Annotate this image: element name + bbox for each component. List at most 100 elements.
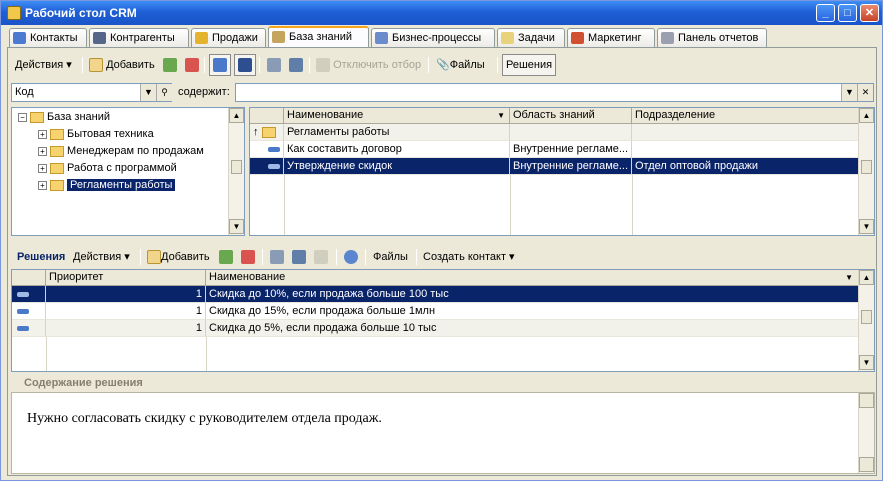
clear-icon[interactable]: ✕ xyxy=(857,84,873,101)
scroll-thumb[interactable] xyxy=(231,160,242,174)
delete-icon xyxy=(241,250,255,265)
expand-icon[interactable]: + xyxy=(38,146,47,156)
scroll-thumb[interactable] xyxy=(861,160,872,174)
files-button[interactable]: 📎Файлы xyxy=(433,54,488,76)
solutions-actions-menu[interactable]: Действия ▾ xyxy=(70,246,133,268)
solutions-table[interactable]: Приоритет Наименование ▼ 1 Скидка до 10%,… xyxy=(11,269,875,372)
solutions-filter-value-button[interactable] xyxy=(289,246,309,268)
cell-name: Скидка до 15%, если продажа больше 1млн xyxy=(206,303,860,320)
solution-content-textarea[interactable]: Нужно согласовать скидку с руководителем… xyxy=(11,392,875,474)
solutions-files-button[interactable]: Файлы xyxy=(370,246,411,268)
separator xyxy=(259,57,260,73)
filter-button[interactable] xyxy=(264,54,284,76)
solutions-disable-filter-button[interactable] xyxy=(311,246,331,268)
tab-marketing[interactable]: Маркетинг xyxy=(567,28,655,47)
filter-value-input[interactable]: ▼ ✕ xyxy=(235,83,874,102)
scroll-down-icon[interactable]: ▼ xyxy=(229,219,244,234)
add-button[interactable]: Добавить xyxy=(86,54,158,76)
close-button[interactable]: ✕ xyxy=(860,4,879,22)
cell-department: Отдел оптовой продажи xyxy=(632,158,859,175)
tab-contacts[interactable]: Контакты xyxy=(9,28,87,47)
cell-name: Скидка до 5%, если продажа больше 10 тыс xyxy=(206,320,860,337)
knowledge-base-panel: Действия ▾ Добавить Отключить отбор 📎Фай… xyxy=(7,47,877,476)
solutions-delete-button[interactable] xyxy=(238,246,258,268)
scroll-up-icon[interactable]: ▲ xyxy=(859,270,874,285)
solutions-add-button[interactable]: Добавить xyxy=(144,246,213,268)
cell-name: Утверждение скидок xyxy=(284,158,510,175)
separator xyxy=(365,249,366,265)
create-contact-menu[interactable]: Создать контакт ▾ xyxy=(420,246,518,268)
column-header-name[interactable]: Наименование ▼ xyxy=(284,108,510,124)
solutions-copy-button[interactable] xyxy=(216,246,236,268)
title-bar[interactable]: Рабочий стол CRM _ □ ✕ xyxy=(1,1,882,25)
expand-icon[interactable]: + xyxy=(38,163,47,173)
contains-label: содержит: xyxy=(178,86,230,98)
column-header-label: Приоритет xyxy=(49,271,104,283)
scroll-down-icon[interactable]: ▼ xyxy=(859,355,874,370)
solutions-toggle[interactable]: Решения xyxy=(502,54,557,76)
scroll-up-icon[interactable]: ▲ xyxy=(229,108,244,123)
tree-node[interactable]: + Менеджерам по продажам xyxy=(38,143,204,160)
add-icon xyxy=(147,250,161,265)
expand-icon[interactable]: + xyxy=(38,180,47,190)
tab-sales[interactable]: Продажи xyxy=(191,28,266,47)
tab-report-panel[interactable]: Панель отчетов xyxy=(657,28,767,47)
tree-scrollbar[interactable]: ▲ ▼ xyxy=(228,108,244,235)
cell-name: Как составить договор xyxy=(284,141,510,158)
solutions-filter-button[interactable] xyxy=(267,246,287,268)
solutions-scrollbar[interactable]: ▲ ▼ xyxy=(858,270,874,371)
column-header-name[interactable]: Наименование ▼ xyxy=(206,270,860,286)
level-down-button[interactable] xyxy=(209,54,231,76)
scroll-down-icon[interactable] xyxy=(859,457,874,472)
actions-menu[interactable]: Действия ▾ xyxy=(12,54,75,76)
minimize-button[interactable]: _ xyxy=(816,4,835,22)
add-group-button[interactable] xyxy=(160,54,180,76)
sort-icon: ▼ xyxy=(845,273,853,282)
hierarchy-button[interactable] xyxy=(234,54,256,76)
knowledge-tree[interactable]: − База знаний + Бытовая техника + Менеджера… xyxy=(11,107,245,236)
articles-scrollbar[interactable]: ▲ ▼ xyxy=(858,108,874,235)
search-icon[interactable]: ⚲ xyxy=(156,84,172,101)
scroll-up-icon[interactable]: ▲ xyxy=(859,108,874,123)
expand-icon[interactable]: + xyxy=(38,129,47,139)
solutions-title: Решения xyxy=(17,251,66,263)
column-header-area[interactable]: Область знаний xyxy=(510,108,632,124)
refresh-button[interactable] xyxy=(341,246,361,268)
cell-department xyxy=(632,141,859,158)
separator xyxy=(204,57,205,73)
maximize-button[interactable]: □ xyxy=(838,4,857,22)
collapse-icon[interactable]: − xyxy=(18,112,27,122)
copy-icon xyxy=(219,250,233,265)
chevron-down-icon[interactable]: ▼ xyxy=(841,84,857,101)
article-icon xyxy=(250,158,284,175)
disable-filter-button[interactable]: Отключить отбор xyxy=(313,54,424,76)
column-header-label: Наименование xyxy=(287,109,364,121)
cell-department xyxy=(632,124,859,141)
scroll-down-icon[interactable]: ▼ xyxy=(859,219,874,234)
tab-tasks[interactable]: Задачи xyxy=(497,28,565,47)
scroll-thumb[interactable] xyxy=(861,310,872,324)
tab-business-processes[interactable]: Бизнес-процессы xyxy=(371,28,495,47)
articles-table[interactable]: Наименование ▼ Область знаний Подразделен… xyxy=(249,107,875,236)
tab-counterparties[interactable]: Контрагенты xyxy=(89,28,189,47)
add-group-icon xyxy=(163,58,177,73)
scroll-up-icon[interactable] xyxy=(859,393,874,408)
filter-value-button[interactable] xyxy=(286,54,306,76)
column-header-department[interactable]: Подразделение xyxy=(632,108,859,124)
content-scrollbar[interactable] xyxy=(858,393,874,473)
tab-knowledge-base[interactable]: База знаний xyxy=(268,26,369,48)
tree-node[interactable]: + Работа с программой xyxy=(38,160,177,177)
tab-label: Контакты xyxy=(30,32,78,44)
filter-field-select[interactable]: Код ▼ ⚲ xyxy=(11,83,172,102)
column-header-priority[interactable]: Приоритет xyxy=(46,270,206,286)
tab-label: Продажи xyxy=(212,32,258,44)
tree-node[interactable]: + Бытовая техника xyxy=(38,126,154,143)
tree-node-root[interactable]: − База знаний xyxy=(18,109,110,126)
disable-filter-label: Отключить отбор xyxy=(333,59,422,71)
tree-node-selected[interactable]: + Регламенты работы xyxy=(38,177,176,194)
report-icon xyxy=(661,32,674,44)
delete-button[interactable] xyxy=(182,54,202,76)
chevron-down-icon[interactable]: ▼ xyxy=(140,84,156,101)
separator xyxy=(428,57,429,73)
separator xyxy=(336,249,337,265)
